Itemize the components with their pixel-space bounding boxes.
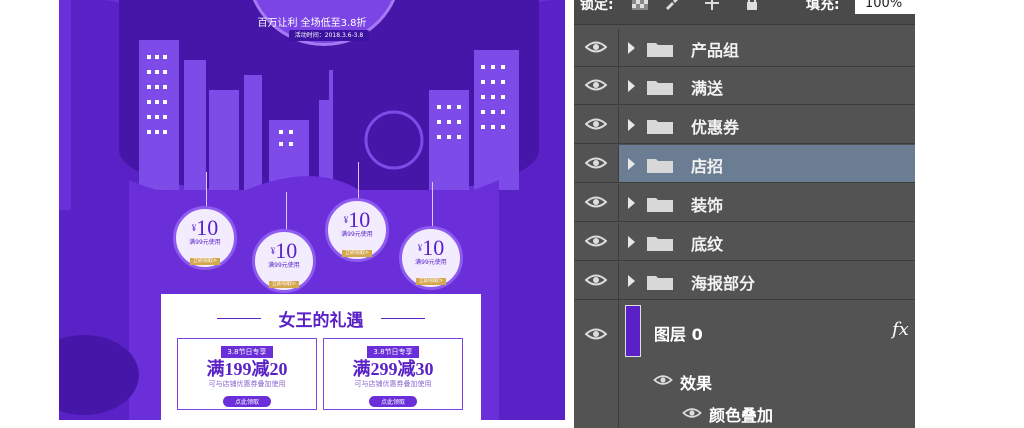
layer-name: 满送 xyxy=(691,79,724,98)
coupon-condition: 满99元使用 xyxy=(415,259,447,266)
coupon-amount: 10 xyxy=(196,215,219,240)
coupon-1[interactable]: ¥10 满99元使用 立即领取> xyxy=(173,206,237,270)
coupon-string xyxy=(206,172,207,208)
eye-icon[interactable] xyxy=(653,374,673,386)
coupon-claim-button[interactable]: 立即领取> xyxy=(341,250,373,257)
folder-icon xyxy=(647,237,673,251)
coupon-string xyxy=(358,162,359,202)
eye-icon[interactable] xyxy=(585,78,607,92)
layer-row[interactable]: 海报部分 xyxy=(574,262,915,300)
discount-claim-button[interactable]: 点此领取 xyxy=(222,396,271,407)
layer-row[interactable]: 底纹 xyxy=(574,223,915,261)
layer-row[interactable]: 满送 xyxy=(574,67,915,105)
gift-title: 女王的礼遇 xyxy=(278,311,364,330)
layer-name: 底纹 xyxy=(691,235,724,254)
gift-section: 女王的礼遇 3.8节日专享 满199减20 可与店铺优惠券叠加使用 点此领取 3… xyxy=(161,294,481,420)
disclosure-triangle-icon[interactable] xyxy=(628,275,635,287)
layer-name: 店招 xyxy=(691,157,724,176)
folder-icon xyxy=(647,159,673,173)
discount-headline: 满299减30 xyxy=(352,359,434,379)
effect-item-color-overlay[interactable]: 颜色叠加 xyxy=(709,402,773,426)
discount-card-2[interactable]: 3.8节日专享 满299减30 可与店铺优惠券叠加使用 点此领取 xyxy=(323,338,463,410)
coupon-string xyxy=(286,192,287,230)
discount-headline: 满199减20 xyxy=(206,359,288,379)
coupon-condition: 满99元使用 xyxy=(189,239,221,246)
poster-preview: 百万让利 全场低至3.8折 活动时间：2018.3.6-3.8 ¥10 满99元… xyxy=(59,0,565,420)
layer-name: 海报部分 xyxy=(691,274,756,293)
coupon-string xyxy=(432,182,433,228)
eye-icon[interactable] xyxy=(585,117,607,131)
layer-row-layer0[interactable]: 图层 0 fx 效果 颜色叠加 xyxy=(574,299,915,428)
disclosure-triangle-icon[interactable] xyxy=(628,197,635,209)
layer-thumbnail xyxy=(625,305,641,357)
disclosure-triangle-icon[interactable] xyxy=(628,119,635,131)
layer-row[interactable]: 产品组 xyxy=(574,29,915,67)
lock-label: 锁定: xyxy=(580,0,614,13)
eye-icon[interactable] xyxy=(682,407,702,419)
discount-desc: 可与店铺优惠券叠加使用 xyxy=(208,380,286,388)
eye-icon[interactable] xyxy=(585,273,607,287)
folder-icon xyxy=(647,198,673,212)
coupon-claim-button[interactable]: 立即领取> xyxy=(268,281,300,288)
coupon-3[interactable]: ¥10 满99元使用 立即领取> xyxy=(325,198,389,262)
coupon-claim-button[interactable]: 立即领取> xyxy=(189,258,221,265)
fill-input[interactable]: 100% xyxy=(855,0,935,14)
eye-icon[interactable] xyxy=(585,40,607,54)
folder-icon xyxy=(647,81,673,95)
folder-icon xyxy=(647,276,673,290)
discount-tag: 3.8节日专享 xyxy=(367,346,419,358)
coupon-condition: 满99元使用 xyxy=(268,262,300,269)
layer-row[interactable]: 装饰 xyxy=(574,184,915,222)
folder-icon xyxy=(647,120,673,134)
coupon-4[interactable]: ¥10 满99元使用 立即领取> xyxy=(399,226,463,290)
coupon-amount: 10 xyxy=(348,207,371,232)
layers-panel: 锁定: 填充: 100% 产品组 满送 优惠券 店招 装饰 底纹 海报部分 图层… xyxy=(574,0,935,428)
coupon-condition: 满99元使用 xyxy=(341,231,373,238)
coupon-claim-button[interactable]: 立即领取> xyxy=(415,278,447,285)
coupon-amount: 10 xyxy=(275,238,298,263)
fill-label: 填充: xyxy=(806,0,840,13)
title-divider-right xyxy=(381,318,425,319)
move-icon[interactable] xyxy=(704,0,720,10)
layer-row-selected[interactable]: 店招 xyxy=(574,145,915,183)
folder-icon xyxy=(647,43,673,57)
disclosure-triangle-icon[interactable] xyxy=(628,236,635,248)
coupon-2[interactable]: ¥10 满99元使用 立即领取> xyxy=(252,229,316,293)
disclosure-triangle-icon[interactable] xyxy=(628,80,635,92)
poster-subtitle: 百万让利 全场低至3.8折 xyxy=(257,18,367,29)
eye-icon[interactable] xyxy=(585,195,607,209)
layer-name: 产品组 xyxy=(691,41,740,60)
layer-name: 图层 0 xyxy=(654,325,703,344)
checkerboard-icon[interactable] xyxy=(632,0,648,10)
poster-date: 活动时间：2018.3.6-3.8 xyxy=(289,30,369,41)
effects-label: 效果 xyxy=(680,374,713,393)
coupon-amount: 10 xyxy=(422,235,445,260)
lock-icon[interactable] xyxy=(744,0,760,10)
eye-icon[interactable] xyxy=(585,234,607,248)
layer-name: 装饰 xyxy=(691,196,724,215)
fx-icon[interactable]: fx xyxy=(892,319,909,340)
layer-row[interactable]: 优惠券 xyxy=(574,106,915,144)
discount-card-1[interactable]: 3.8节日专享 满199减20 可与店铺优惠券叠加使用 点此领取 xyxy=(177,338,317,410)
eye-icon[interactable] xyxy=(585,156,607,170)
discount-tag: 3.8节日专享 xyxy=(221,346,273,358)
disclosure-triangle-icon[interactable] xyxy=(628,42,635,54)
discount-claim-button[interactable]: 点此领取 xyxy=(368,396,417,407)
discount-desc: 可与店铺优惠券叠加使用 xyxy=(354,380,432,388)
eye-icon[interactable] xyxy=(585,327,607,341)
disclosure-triangle-icon[interactable] xyxy=(628,158,635,170)
lock-toolbar: 锁定: 填充: 100% xyxy=(574,0,935,25)
brush-icon[interactable] xyxy=(664,0,680,10)
layer-name: 优惠券 xyxy=(691,118,740,137)
city-skyline-illustration xyxy=(139,40,519,190)
